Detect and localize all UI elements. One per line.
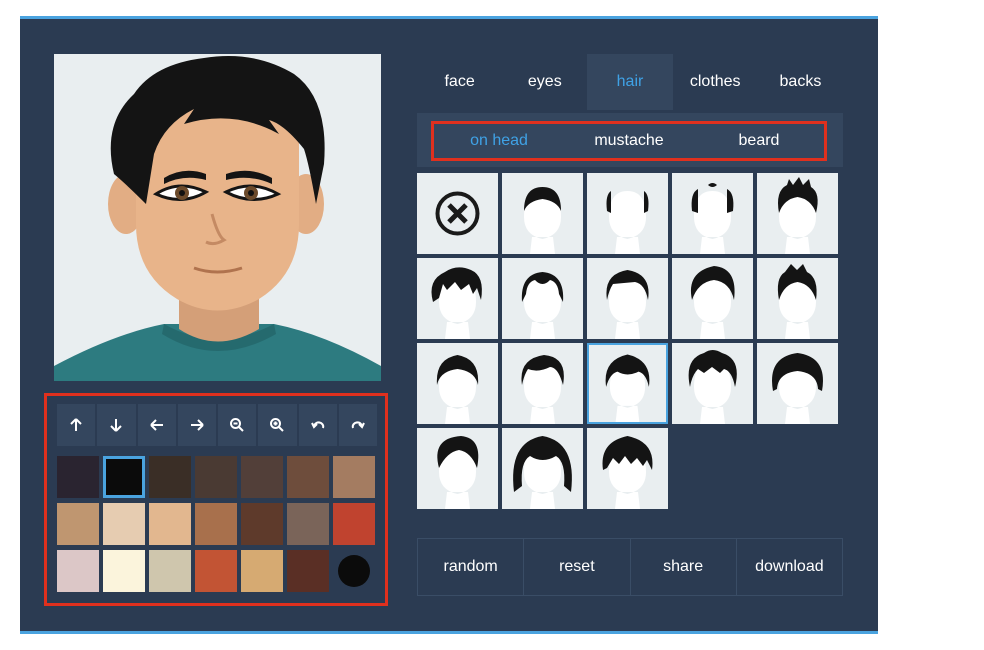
avatar-preview xyxy=(54,54,381,381)
color-swatch[interactable] xyxy=(103,550,145,592)
reset-button[interactable]: reset xyxy=(524,539,631,595)
hair-thumbnail-icon xyxy=(521,355,564,424)
hair-style-spiky-top[interactable] xyxy=(757,258,838,339)
hair-style-fringe[interactable] xyxy=(587,428,668,509)
hair-thumbnail-icon xyxy=(521,272,564,339)
hair-style-messy[interactable] xyxy=(417,258,498,339)
zoom-in-icon xyxy=(270,418,285,432)
color-swatch[interactable] xyxy=(287,550,329,592)
hair-style-curly-top[interactable] xyxy=(672,343,753,424)
hair-subtabs: on head mustache beard xyxy=(431,121,827,161)
tab-eyes[interactable]: eyes xyxy=(502,54,587,110)
color-swatch[interactable] xyxy=(57,456,99,498)
color-swatch[interactable] xyxy=(241,503,283,545)
hair-thumbnail-icon xyxy=(605,354,650,422)
color-swatch[interactable] xyxy=(333,550,375,592)
hair-style-wavy[interactable] xyxy=(587,343,668,424)
color-swatch[interactable] xyxy=(333,456,375,498)
color-swatch[interactable] xyxy=(149,550,191,592)
arrow-down-icon xyxy=(110,419,123,432)
hair-thumbnail-icon xyxy=(602,436,653,509)
hair-style-bowl[interactable] xyxy=(757,343,838,424)
hair-thumbnail-icon xyxy=(436,355,479,424)
toolbar xyxy=(57,404,377,446)
hair-thumbnail-icon xyxy=(778,177,818,254)
hair-thumbnail-icon xyxy=(431,267,482,339)
move-up-button[interactable] xyxy=(57,404,96,446)
color-swatch[interactable] xyxy=(287,503,329,545)
subtab-mustache[interactable]: mustache xyxy=(564,132,694,150)
color-swatch[interactable] xyxy=(195,550,237,592)
redo-button[interactable] xyxy=(338,404,377,446)
zoom-out-button[interactable] xyxy=(218,404,257,446)
hair-style-long-shaggy[interactable] xyxy=(502,428,583,509)
tab-face[interactable]: face xyxy=(417,54,502,110)
tab-hair[interactable]: hair xyxy=(587,54,673,110)
arrow-left-icon xyxy=(149,419,163,431)
avatar-illustration xyxy=(54,56,381,381)
color-swatch[interactable] xyxy=(57,550,99,592)
subtab-on-head[interactable]: on head xyxy=(434,132,564,150)
remove-icon xyxy=(435,191,480,236)
hair-thumbnail-icon xyxy=(690,266,735,339)
arrow-right-icon xyxy=(190,419,204,431)
hair-thumbnail-icon xyxy=(606,270,649,339)
color-swatch[interactable] xyxy=(195,456,237,498)
color-swatch[interactable] xyxy=(241,550,283,592)
color-swatch[interactable] xyxy=(195,503,237,545)
hair-thumbnail-icon xyxy=(691,183,734,254)
share-button[interactable]: share xyxy=(631,539,737,595)
color-swatch[interactable] xyxy=(241,456,283,498)
color-swatch[interactable] xyxy=(103,503,145,545)
arrow-up-icon xyxy=(70,418,82,431)
random-button[interactable]: random xyxy=(418,539,525,595)
hair-thumbnail-icon xyxy=(688,350,737,424)
hair-thumbnail-icon xyxy=(606,191,649,254)
category-tabs: face eyes hair clothes backs xyxy=(417,54,843,110)
hair-style-undercut[interactable] xyxy=(417,428,498,509)
action-buttons: random reset share download xyxy=(417,538,843,596)
color-swatch[interactable] xyxy=(103,456,145,498)
hair-thumbnail-icon xyxy=(513,436,572,509)
hair-style-side-swept[interactable] xyxy=(502,343,583,424)
color-swatch[interactable] xyxy=(149,503,191,545)
color-swatches xyxy=(57,456,381,592)
hair-style-side-part[interactable] xyxy=(587,258,668,339)
tab-clothes[interactable]: clothes xyxy=(673,54,758,110)
undo-button[interactable] xyxy=(298,404,337,446)
hair-thumbnail-icon xyxy=(777,264,817,339)
hair-thumbnail-icon xyxy=(772,353,823,424)
move-left-button[interactable] xyxy=(137,404,176,446)
color-swatch[interactable] xyxy=(287,456,329,498)
hair-style-none[interactable] xyxy=(417,173,498,254)
hair-style-short-round[interactable] xyxy=(502,173,583,254)
tab-backs[interactable]: backs xyxy=(758,54,843,110)
subtab-beard[interactable]: beard xyxy=(694,132,824,150)
hair-style-balding-top[interactable] xyxy=(672,173,753,254)
hair-style-grid xyxy=(417,173,843,509)
redo-icon xyxy=(351,421,365,429)
color-and-tools-box xyxy=(44,393,388,606)
hair-style-spiky[interactable] xyxy=(757,173,838,254)
color-swatch[interactable] xyxy=(149,456,191,498)
zoom-in-button[interactable] xyxy=(258,404,297,446)
hair-style-bald-sides[interactable] xyxy=(587,173,668,254)
hair-style-receding[interactable] xyxy=(502,258,583,339)
color-swatch-circle xyxy=(338,555,370,587)
hair-thumbnail-icon xyxy=(524,187,561,254)
zoom-out-icon xyxy=(230,418,244,432)
hair-style-quiff[interactable] xyxy=(672,258,753,339)
color-swatch[interactable] xyxy=(333,503,375,545)
download-button[interactable]: download xyxy=(737,539,842,595)
hair-thumbnail-icon xyxy=(437,436,479,509)
move-down-button[interactable] xyxy=(97,404,136,446)
color-swatch[interactable] xyxy=(57,503,99,545)
move-right-button[interactable] xyxy=(177,404,216,446)
undo-icon xyxy=(310,421,324,429)
hair-style-classic[interactable] xyxy=(417,343,498,424)
